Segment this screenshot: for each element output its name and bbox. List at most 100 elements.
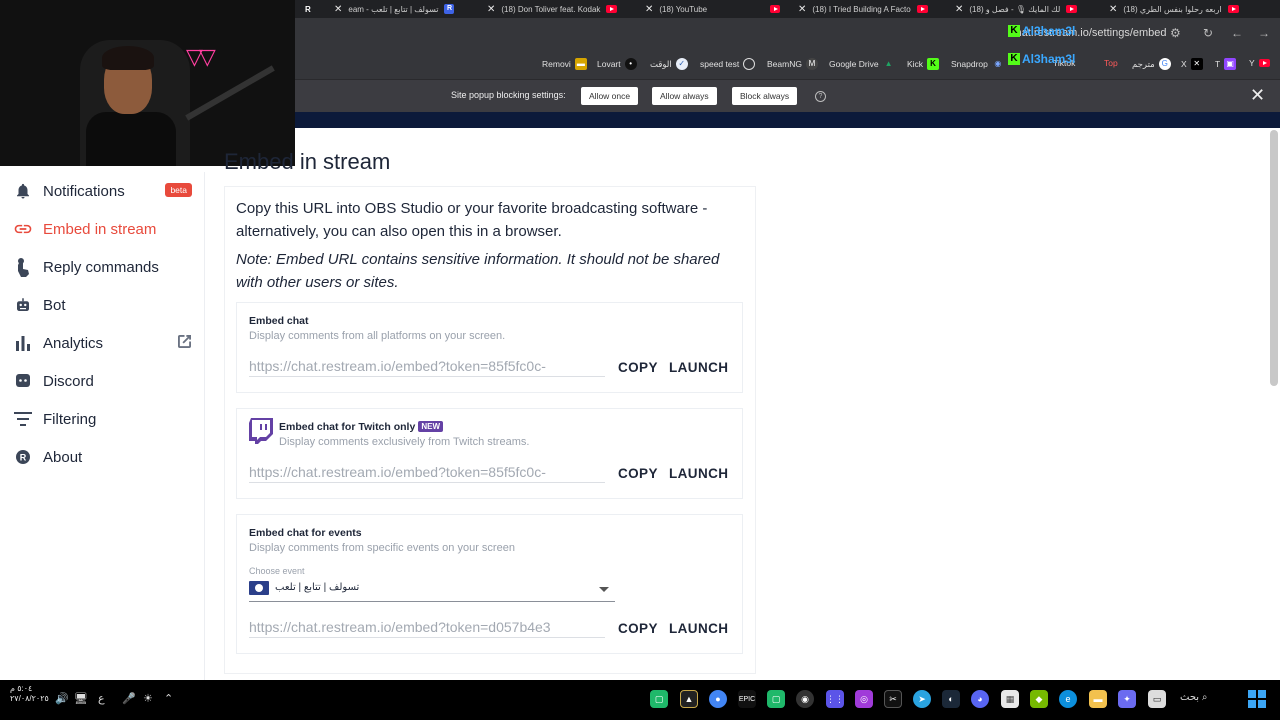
tab-youtube-3[interactable]: ✕ (18) I Tried Building A Facto xyxy=(798,0,938,18)
bookmark-beamng[interactable]: BeamNG M xyxy=(767,58,818,70)
embed-url-field[interactable] xyxy=(249,461,605,483)
person-hair-shape xyxy=(102,46,154,70)
kick-icon: K xyxy=(927,58,940,70)
launch-button[interactable]: LAUNCH xyxy=(669,621,728,636)
bookmark-top[interactable]: Top xyxy=(1104,58,1118,68)
brightness-icon[interactable]: ☀ xyxy=(143,692,153,705)
volume-icon[interactable]: 🔊 xyxy=(55,692,69,705)
settings-sidebar: Notifications beta Embed in stream Reply… xyxy=(0,172,205,682)
windows-start-icon[interactable] xyxy=(1248,690,1266,708)
launch-button[interactable]: LAUNCH xyxy=(669,360,728,375)
webcam-overlay: ▽▽ xyxy=(0,0,295,166)
bookmark-google-drive[interactable]: Google Drive ▲ xyxy=(829,58,895,70)
task-view-icon[interactable]: ▭ xyxy=(1148,690,1166,708)
back-icon[interactable]: ← xyxy=(1231,26,1243,40)
steam-icon[interactable]: ◐ xyxy=(942,690,960,708)
chrome-icon[interactable]: ● xyxy=(709,690,727,708)
microphone-icon[interactable]: 🎤 xyxy=(122,692,136,705)
allow-once-button[interactable]: Allow once xyxy=(581,87,639,105)
sidebar-item-notifications[interactable]: Notifications beta xyxy=(12,179,195,203)
embed-description: Display comments exclusively from Twitch… xyxy=(279,436,530,448)
app-icon[interactable]: ▢ xyxy=(767,690,785,708)
tab-youtube-5[interactable]: ✕ (18) اربعه رحلوا بنفس الطري xyxy=(1109,0,1274,18)
bookmark-twitch[interactable]: T ▣ xyxy=(1215,58,1237,70)
close-icon[interactable]: ✕ xyxy=(955,4,963,15)
sidebar-item-embed-in-stream[interactable]: Embed in stream xyxy=(12,217,195,241)
bookmark-removi[interactable]: Removi ▬ xyxy=(542,58,587,70)
bookmark-kick[interactable]: Kick K xyxy=(907,58,940,70)
language-indicator[interactable]: ع xyxy=(98,692,105,705)
sidebar-item-reply-commands[interactable]: Reply commands xyxy=(12,255,195,279)
page-scrollbar[interactable] xyxy=(1270,130,1278,386)
tab-restream[interactable]: ✕ eam - تسولف | تتابع | تلعب R xyxy=(334,0,484,18)
reload-icon[interactable]: ↻ xyxy=(1203,26,1213,40)
tab-youtube-1[interactable]: ✕ (18) Don Toliver feat. Kodak xyxy=(487,0,627,18)
tab-youtube-2[interactable]: ✕ (18) YouTube xyxy=(645,0,780,18)
beta-badge: beta xyxy=(165,183,192,197)
browser-menu-icon[interactable]: R xyxy=(305,0,311,18)
translate-icon: G xyxy=(1158,58,1171,70)
embed-url-field[interactable] xyxy=(249,616,605,638)
close-icon[interactable]: ✕ xyxy=(798,4,806,15)
bookmark-time[interactable]: الوقت ✓ xyxy=(650,58,688,70)
beamng-icon: M xyxy=(805,58,818,70)
bookmark-speed-test[interactable]: speed test xyxy=(700,58,756,70)
discord-icon[interactable]: ◕ xyxy=(971,690,989,708)
tab-youtube-4[interactable]: ✕ (18) لك المايك 🎙 - فصل و xyxy=(955,0,1095,18)
embed-twitch-box: Embed chat for Twitch only NEW Display co… xyxy=(236,408,743,499)
epic-games-icon[interactable]: EPIC xyxy=(738,690,756,708)
app-grid-icon[interactable]: ⋮⋮ xyxy=(826,690,844,708)
copy-button[interactable]: COPY xyxy=(618,466,658,481)
stream-overlay-label: K Al3ham3l xyxy=(1008,52,1075,66)
close-icon[interactable]: ✕ xyxy=(487,4,495,15)
nvidia-icon[interactable]: ◆ xyxy=(1030,690,1048,708)
close-icon[interactable]: ✕ xyxy=(1250,86,1265,104)
copilot-icon[interactable]: ✦ xyxy=(1118,690,1136,708)
copy-button[interactable]: COPY xyxy=(618,360,658,375)
restream-favicon-icon: R xyxy=(444,4,455,14)
bookmark-youtube[interactable]: Y xyxy=(1249,58,1270,68)
sidebar-item-bot[interactable]: Bot xyxy=(12,293,195,317)
embed-description: Display comments from all platforms on y… xyxy=(249,330,506,342)
bookmark-translate[interactable]: مترجم G xyxy=(1132,58,1171,70)
file-explorer-icon[interactable]: ▬ xyxy=(1089,690,1107,708)
taskbar-clock[interactable]: ٥:٠٤ م ٢٧/٠٨/٢٠٢٥ xyxy=(10,684,49,704)
help-icon[interactable]: ? xyxy=(815,91,826,102)
youtube-icon xyxy=(1258,59,1270,67)
edge-icon[interactable]: e xyxy=(1059,690,1077,708)
filter-icon xyxy=(12,409,34,429)
remove-icon: ▬ xyxy=(574,58,587,70)
app-icon[interactable]: ◎ xyxy=(855,690,873,708)
copy-button[interactable]: COPY xyxy=(618,621,658,636)
store-icon[interactable]: ▦ xyxy=(1001,690,1019,708)
speedtest-icon xyxy=(743,58,756,70)
forward-icon[interactable]: → xyxy=(1258,26,1270,40)
sidebar-item-discord[interactable]: Discord xyxy=(12,369,195,393)
bookmark-snapdrop[interactable]: Snapdrop ◉ xyxy=(951,58,1004,70)
bookmark-x[interactable]: X ✕ xyxy=(1181,58,1203,70)
obs-icon[interactable]: ◉ xyxy=(796,690,814,708)
event-select[interactable]: تسولف | تتابع | تلعب xyxy=(249,580,615,602)
close-icon[interactable]: ✕ xyxy=(645,4,653,15)
taskbar-search[interactable]: بحث ⌕ xyxy=(1180,692,1207,703)
network-icon[interactable]: 🖥 xyxy=(74,692,88,705)
allow-always-button[interactable]: Allow always xyxy=(652,87,717,105)
app-icon[interactable]: ▢ xyxy=(650,690,668,708)
event-thumbnail-icon xyxy=(249,581,269,595)
bookmark-lovart[interactable]: Lovart • xyxy=(597,58,637,70)
capcut-icon[interactable]: ✂ xyxy=(884,690,902,708)
sidebar-item-filtering[interactable]: Filtering xyxy=(12,407,195,431)
site-settings-icon[interactable]: ⚙ xyxy=(1170,26,1181,40)
block-always-button[interactable]: Block always xyxy=(732,87,798,105)
twitch-icon xyxy=(249,418,273,449)
app-icon[interactable]: ▲ xyxy=(680,690,698,708)
launch-button[interactable]: LAUNCH xyxy=(669,466,728,481)
telegram-icon[interactable]: ➤ xyxy=(913,690,931,708)
embed-url-field[interactable] xyxy=(249,355,605,377)
chevron-up-icon[interactable]: ⌃ xyxy=(164,692,173,705)
new-badge: NEW xyxy=(418,421,443,432)
close-icon[interactable]: ✕ xyxy=(1109,4,1117,15)
sidebar-item-about[interactable]: R About xyxy=(12,445,195,469)
sidebar-item-analytics[interactable]: Analytics xyxy=(12,331,195,355)
close-icon[interactable]: ✕ xyxy=(334,4,342,15)
